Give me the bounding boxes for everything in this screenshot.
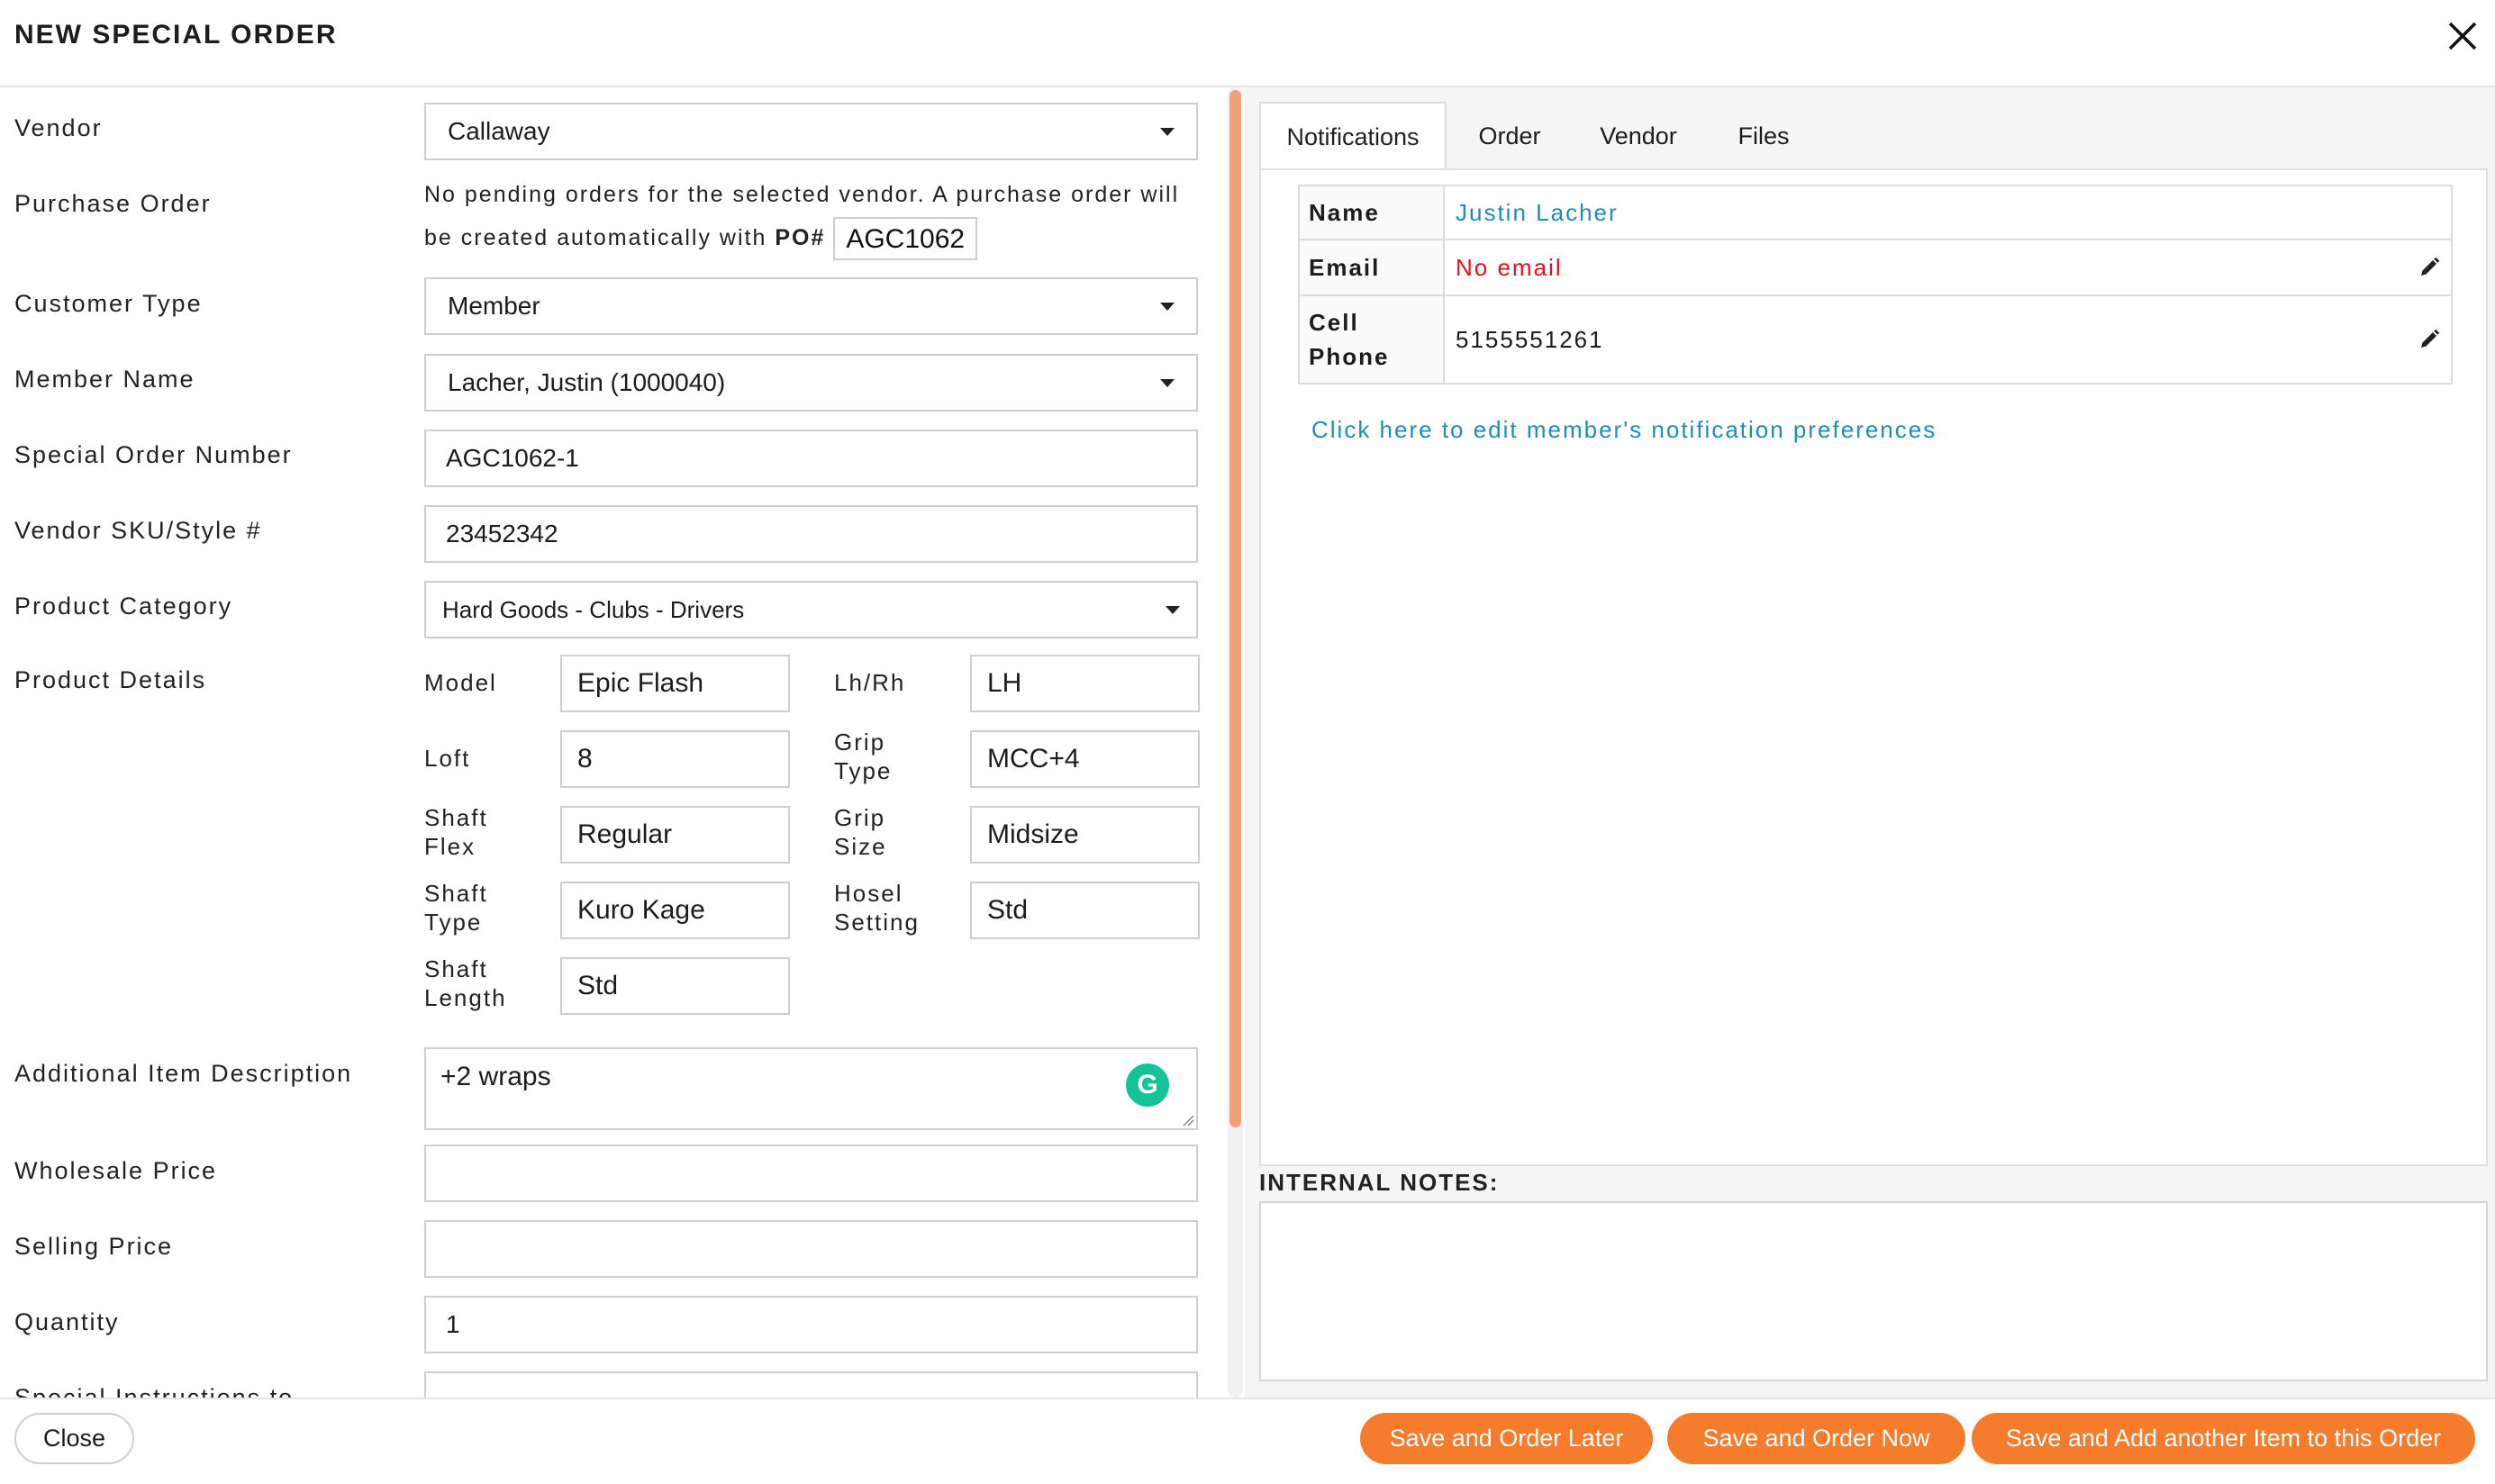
save-order-now-button[interactable]: Save and Order Now xyxy=(1667,1413,1965,1464)
tab-vendor[interactable]: Vendor xyxy=(1574,102,1702,170)
cell-label-line1: Cell xyxy=(1309,309,1359,336)
hosel-setting-label: Hosel Setting xyxy=(834,880,920,936)
table-row: Name Justin Lacher xyxy=(1298,185,2453,240)
po-number: AGC1062 xyxy=(833,217,978,261)
name-label: Name xyxy=(1298,185,1445,240)
purchase-order-message: No pending orders for the selected vendo… xyxy=(424,173,1199,261)
wholesale-price-input[interactable] xyxy=(424,1145,1198,1202)
chevron-down-icon xyxy=(1166,606,1180,614)
customer-type-label: Customer Type xyxy=(14,290,203,317)
customer-type-value: Member xyxy=(448,292,540,320)
member-name-label: Member Name xyxy=(14,366,195,393)
email-cell: No email xyxy=(1443,239,2453,296)
vendor-label: Vendor xyxy=(14,114,103,141)
wholesale-price-label: Wholesale Price xyxy=(14,1157,218,1184)
page-title: NEW SPECIAL ORDER xyxy=(14,20,338,50)
shaft-flex-input[interactable]: Regular xyxy=(560,806,790,864)
grammarly-icon[interactable]: G xyxy=(1126,1063,1169,1107)
lhrh-label: Lh/Rh xyxy=(834,669,906,696)
tab-order[interactable]: Order xyxy=(1451,102,1568,170)
loft-label: Loft xyxy=(424,745,471,772)
additional-desc-value: +2 wraps xyxy=(440,1062,551,1091)
vendor-select-value: Callaway xyxy=(448,117,550,145)
vendor-sku-label: Vendor SKU/Style # xyxy=(14,517,262,544)
vendor-sku-input[interactable]: 23452342 xyxy=(424,505,1198,563)
shaft-length-input[interactable]: Std xyxy=(560,957,790,1015)
product-details-label: Product Details xyxy=(14,666,207,693)
member-contact-table: Name Justin Lacher Email No email Cell P… xyxy=(1298,185,2453,385)
additional-desc-label: Additional Item Description xyxy=(14,1060,353,1087)
grip-type-label: Grip Type xyxy=(834,728,893,784)
cell-phone-label: Cell Phone xyxy=(1298,294,1445,385)
grip-size-input[interactable]: Midsize xyxy=(970,806,1200,864)
email-value: No email xyxy=(1456,253,1563,281)
member-name-value: Lacher, Justin (1000040) xyxy=(448,368,726,396)
loft-input[interactable]: 8 xyxy=(560,730,790,788)
tab-bar: Notifications Order Vendor Files xyxy=(1259,102,2488,170)
hosel-setting-input[interactable]: Std xyxy=(970,882,1200,939)
member-name-select[interactable]: Lacher, Justin (1000040) xyxy=(424,354,1198,412)
chevron-down-icon xyxy=(1160,303,1175,311)
shaft-length-label: Shaft Length xyxy=(424,955,507,1011)
grip-size-label: Grip Size xyxy=(834,804,887,860)
internal-notes-label: INTERNAL NOTES: xyxy=(1259,1169,1500,1196)
product-category-value: Hard Goods - Clubs - Drivers xyxy=(442,595,745,623)
product-category-select[interactable]: Hard Goods - Clubs - Drivers xyxy=(424,581,1198,638)
chevron-down-icon xyxy=(1160,128,1175,136)
model-label: Model xyxy=(424,669,497,696)
save-add-another-button[interactable]: Save and Add another Item to this Order xyxy=(1972,1413,2475,1464)
customer-type-select[interactable]: Member xyxy=(424,277,1198,335)
shaft-type-input[interactable]: Kuro Kage xyxy=(560,882,790,939)
po-prefix: PO# xyxy=(775,225,826,250)
scrollbar-thumb[interactable] xyxy=(1229,90,1241,1127)
vendor-select[interactable]: Callaway xyxy=(424,103,1198,160)
shaft-flex-label: Shaft Flex xyxy=(424,804,488,860)
pencil-icon[interactable] xyxy=(2418,329,2440,350)
model-input[interactable]: Epic Flash xyxy=(560,655,790,712)
table-row: Cell Phone 5155551261 xyxy=(1298,294,2453,385)
cell-phone-cell: 5155551261 xyxy=(1443,294,2453,385)
chevron-down-icon xyxy=(1160,379,1175,387)
tab-files[interactable]: Files xyxy=(1708,102,1819,170)
selling-price-label: Selling Price xyxy=(14,1233,174,1260)
pencil-icon[interactable] xyxy=(2418,257,2440,278)
selling-price-input[interactable] xyxy=(424,1220,1198,1278)
special-instructions-label: Special Instructions to xyxy=(14,1384,295,1398)
cell-label-line2: Phone xyxy=(1309,343,1390,370)
special-order-number-input[interactable]: AGC1062-1 xyxy=(424,430,1198,487)
lhrh-input[interactable]: LH xyxy=(970,655,1200,712)
special-order-number-label: Special Order Number xyxy=(14,441,293,468)
email-label: Email xyxy=(1298,239,1445,296)
shaft-type-label: Shaft Type xyxy=(424,880,488,936)
tab-notifications[interactable]: Notifications xyxy=(1259,102,1447,170)
save-order-later-button[interactable]: Save and Order Later xyxy=(1360,1413,1653,1464)
purchase-order-label: Purchase Order xyxy=(14,190,212,217)
quantity-label: Quantity xyxy=(14,1308,120,1335)
member-name-link[interactable]: Justin Lacher xyxy=(1443,185,2453,240)
order-form: Vendor Callaway Purchase Order No pendin… xyxy=(0,87,1220,1398)
additional-desc-textarea[interactable]: +2 wraps G xyxy=(424,1047,1198,1130)
notification-preferences-link[interactable]: Click here to edit member's notification… xyxy=(1311,416,1937,444)
resize-handle-icon[interactable] xyxy=(1182,1114,1194,1127)
close-icon[interactable] xyxy=(2445,18,2481,54)
modal-header: NEW SPECIAL ORDER xyxy=(0,0,2495,87)
close-button[interactable]: Close xyxy=(14,1413,134,1464)
product-category-label: Product Category xyxy=(14,593,233,620)
cell-phone-value: 5155551261 xyxy=(1456,325,1604,353)
table-row: Email No email xyxy=(1298,239,2453,296)
internal-notes-textarea[interactable] xyxy=(1259,1201,2488,1381)
grip-type-input[interactable]: MCC+4 xyxy=(970,730,1200,788)
quantity-input[interactable]: 1 xyxy=(424,1296,1198,1353)
special-instructions-input[interactable] xyxy=(424,1371,1198,1398)
